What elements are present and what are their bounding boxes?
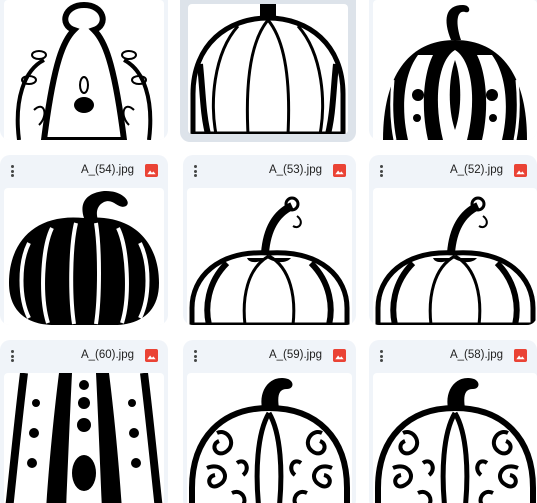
card-header: A_(52).jpg xyxy=(369,155,537,187)
image-thumbnail[interactable] xyxy=(4,0,164,140)
file-name: A_(52).jpg xyxy=(449,164,503,176)
image-file-icon xyxy=(145,164,158,177)
file-grid: A_(54).jpg A_(53).jpg A_(52).jpg A_(60).… xyxy=(0,0,537,503)
file-card[interactable]: A_(60).jpg xyxy=(0,340,168,503)
file-card[interactable] xyxy=(180,0,356,142)
file-card[interactable]: A_(53).jpg xyxy=(183,155,356,325)
pumpkin-thumbnail-graphic xyxy=(15,1,153,140)
file-name: A_(58).jpg xyxy=(449,349,503,361)
image-thumbnail[interactable] xyxy=(187,188,352,325)
more-vert-icon[interactable] xyxy=(189,348,201,364)
image-file-icon xyxy=(514,164,527,177)
pumpkin-thumbnail-graphic xyxy=(5,373,163,503)
file-card[interactable]: A_(58).jpg xyxy=(369,340,537,503)
card-header: A_(59).jpg xyxy=(183,340,356,372)
more-vert-icon[interactable] xyxy=(375,348,387,364)
more-vert-icon[interactable] xyxy=(375,163,387,179)
pumpkin-thumbnail-graphic xyxy=(383,5,527,140)
pumpkin-thumbnail-graphic xyxy=(189,196,350,325)
card-header: A_(53).jpg xyxy=(183,155,356,187)
card-header: A_(54).jpg xyxy=(0,155,168,187)
card-header: A_(60).jpg xyxy=(0,340,168,372)
image-thumbnail[interactable] xyxy=(188,4,348,134)
image-thumbnail[interactable] xyxy=(4,188,164,325)
pumpkin-thumbnail-graphic xyxy=(190,4,346,134)
image-thumbnail[interactable] xyxy=(4,373,164,503)
more-vert-icon[interactable] xyxy=(6,163,18,179)
image-file-icon xyxy=(145,349,158,362)
file-name: A_(60).jpg xyxy=(80,349,134,361)
file-card[interactable]: A_(52).jpg xyxy=(369,155,537,325)
image-thumbnail[interactable] xyxy=(187,373,352,503)
more-vert-icon[interactable] xyxy=(6,348,18,364)
image-thumbnail[interactable] xyxy=(373,373,537,503)
pumpkin-thumbnail-graphic xyxy=(189,378,350,503)
file-card[interactable] xyxy=(369,0,537,140)
pumpkin-thumbnail-graphic xyxy=(9,190,159,325)
image-file-icon xyxy=(514,349,527,362)
image-thumbnail[interactable] xyxy=(373,188,537,325)
image-file-icon xyxy=(333,164,346,177)
file-name: A_(59).jpg xyxy=(268,349,322,361)
file-name: A_(53).jpg xyxy=(268,164,322,176)
file-name: A_(54).jpg xyxy=(80,164,134,176)
image-file-icon xyxy=(333,349,346,362)
file-card[interactable]: A_(54).jpg xyxy=(0,155,168,325)
file-card[interactable]: A_(59).jpg xyxy=(183,340,356,503)
pumpkin-thumbnail-graphic xyxy=(375,378,536,503)
card-header: A_(58).jpg xyxy=(369,340,537,372)
file-card[interactable] xyxy=(0,0,168,140)
image-thumbnail[interactable] xyxy=(373,0,537,140)
pumpkin-thumbnail-graphic xyxy=(375,196,536,325)
more-vert-icon[interactable] xyxy=(189,163,201,179)
